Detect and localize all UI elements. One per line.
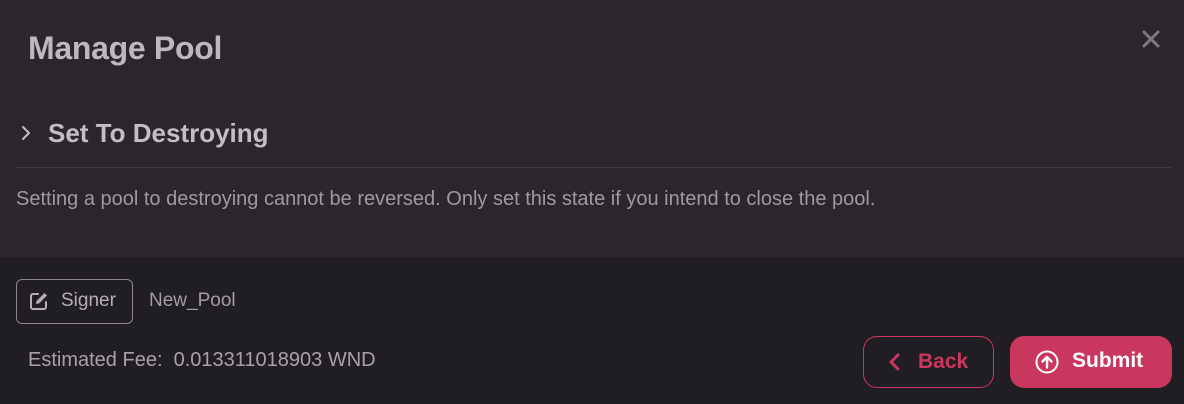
back-button-label: Back: [918, 350, 969, 373]
submit-button-label: Submit: [1072, 349, 1144, 372]
close-button[interactable]: [1138, 26, 1164, 52]
signer-button-label: Signer: [61, 290, 116, 311]
estimated-fee: Estimated Fee: 0.013311018903 WND: [28, 349, 376, 371]
back-button[interactable]: Back: [863, 336, 994, 388]
section-header-set-to-destroying[interactable]: Set To Destroying: [16, 112, 1172, 168]
edit-icon: [30, 293, 47, 310]
section-description: Setting a pool to destroying cannot be r…: [16, 188, 876, 210]
submit-button[interactable]: Submit: [1010, 336, 1172, 388]
modal-footer-panel: [0, 257, 1184, 404]
chevron-left-icon: [889, 353, 900, 371]
close-icon: [1142, 30, 1160, 48]
section-title: Set To Destroying: [48, 118, 269, 148]
modal-title: Manage Pool: [28, 30, 223, 66]
arrow-up-circle-icon: [1035, 350, 1059, 374]
chevron-right-icon: [22, 126, 30, 140]
signer-name: New_Pool: [149, 290, 236, 311]
signer-button[interactable]: Signer: [16, 279, 133, 324]
